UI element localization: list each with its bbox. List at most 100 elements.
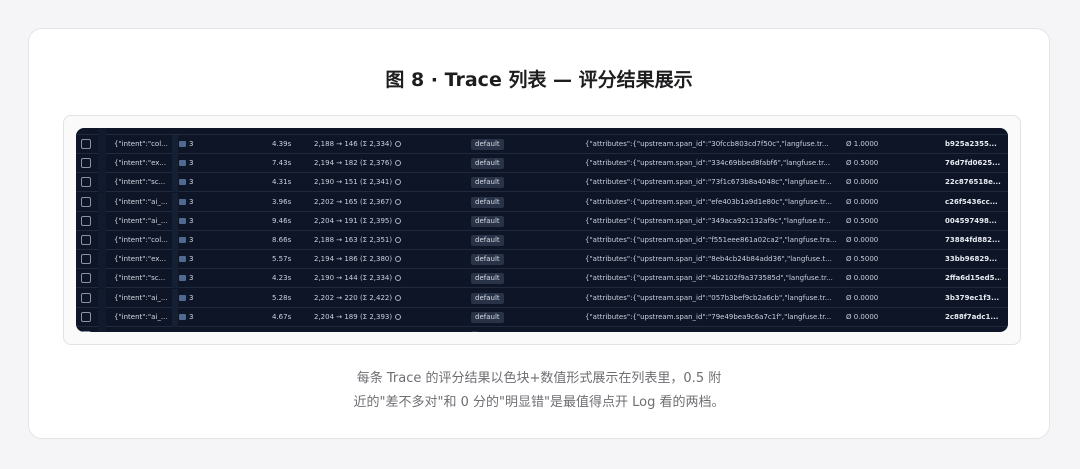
latency-cell: 3.96s: [272, 197, 292, 206]
row-select-checkbox[interactable]: [81, 139, 91, 149]
score-cell: Ø 0.5000: [846, 255, 879, 264]
metadata-cell: 3: [179, 289, 239, 308]
info-icon[interactable]: [395, 275, 402, 282]
trace-id-cell[interactable]: 3b379ec1f3...: [945, 289, 1001, 308]
info-icon[interactable]: [395, 217, 402, 224]
tokens-cell: 2,204 → 191 (Σ 2,395): [314, 212, 434, 231]
metadata-count: 3: [189, 216, 194, 225]
environment-badge: default: [471, 196, 504, 208]
tokens-value: 2,190 → 151 (Σ 2,341): [314, 178, 393, 187]
figure-caption: 每条 Trace 的评分结果以色块+数值形式展示在列表里，0.5 附 近的"差不…: [29, 367, 1049, 415]
table-row[interactable]: {"intent":"ai_... 3 5.28s 2,202 → 220 (Σ 2,…: [76, 288, 1008, 308]
environment-badge: default: [471, 311, 504, 323]
row-separator-column: [172, 269, 178, 289]
row-select-checkbox[interactable]: [81, 235, 91, 245]
info-icon[interactable]: [395, 179, 402, 186]
trace-id-cell[interactable]: 73884fd882...: [945, 231, 1001, 250]
tokens-cell: 2,204 → 189 (Σ 2,393): [314, 308, 434, 327]
info-icon[interactable]: [395, 313, 402, 320]
trace-input-cell: {"intent":"sc...: [114, 178, 166, 187]
table-row[interactable]: {"intent":"ex... 3 7.43s 2,194 → 182 (Σ 2,3…: [76, 154, 1008, 174]
row-select-checkbox[interactable]: [81, 292, 91, 303]
tokens-cell: 2,190 → 144 (Σ 2,334): [314, 269, 434, 288]
metadata-count: 3: [189, 274, 194, 283]
metadata-block-icon: [179, 179, 186, 186]
latency-cell: 4.39s: [272, 140, 292, 148]
tokens-cell: 2,194 → 186 (Σ 2,380): [314, 250, 434, 269]
row-select-checkbox[interactable]: [81, 254, 91, 265]
table-row[interactable]: {"intent":"col... 3 4.39s 2,188 → 146 (Σ 2,…: [76, 135, 1008, 154]
tokens-cell: 2,188 → 146 (Σ 2,334): [314, 135, 434, 154]
info-icon[interactable]: [395, 294, 402, 301]
metadata-block-icon: [179, 294, 186, 301]
trace-id-cell[interactable]: 004597498...: [945, 212, 1001, 231]
tokens-value: 2,188 → 163 (Σ 2,351): [314, 236, 393, 244]
trace-id-cell[interactable]: 22c876518e...: [945, 173, 1001, 192]
trace-id-cell[interactable]: b925a2355...: [945, 135, 1001, 154]
table-row[interactable]: {"intent":"sc... 3 4.31s 2,190 → 151 (Σ 2,3…: [76, 173, 1008, 193]
info-icon[interactable]: [395, 256, 402, 263]
metadata-block-icon: [179, 237, 186, 243]
row-separator-column: [172, 154, 178, 174]
table-row[interactable]: {"intent":"col... 3 8.66s 2,188 → 163 (Σ 2,…: [76, 231, 1008, 250]
row-divider: [98, 307, 106, 327]
row-select-checkbox[interactable]: [81, 331, 91, 332]
tokens-value: 2,204 → 189 (Σ 2,393): [314, 312, 393, 321]
table-row[interactable]: {"intent":"sc... 3 4.23s 2,190 → 144 (Σ 2,3…: [76, 269, 1008, 289]
trace-input-cell: {"intent":"ai_...: [114, 216, 168, 225]
environment-badge: [471, 331, 479, 332]
score-cell: Ø 0.0000: [846, 274, 879, 283]
tokens-value: 2,202 → 220 (Σ 2,422): [314, 293, 393, 302]
table-row[interactable]: {"intent":"ai_... 3 3.96s 2,202 → 165 (Σ 2,…: [76, 192, 1008, 212]
row-select-checkbox[interactable]: [81, 215, 91, 226]
row-divider: [98, 173, 106, 193]
row-separator-column: [172, 211, 178, 231]
info-icon[interactable]: [395, 198, 402, 205]
row-divider: [98, 154, 106, 174]
trace-id-cell[interactable]: 2ffa6d15ed5...: [945, 269, 1001, 288]
trace-id-cell[interactable]: 2c88f7adc1...: [945, 308, 1001, 327]
table-row[interactable]: {"intent":"ex... 3 5.57s 2,194 → 186 (Σ 2,3…: [76, 250, 1008, 270]
row-separator-column: [172, 250, 178, 270]
trace-input-cell: {"intent":"ex...: [114, 159, 167, 168]
trace-id-cell[interactable]: 33bb96829...: [945, 250, 1001, 269]
caption-line-2: 近的"差不多对"和 0 分的"明显错"是最值得点开 Log 看的两档。: [353, 395, 725, 410]
environment-badge: default: [471, 139, 504, 150]
metadata-count: 3: [189, 140, 194, 148]
table-row[interactable]: {"intent":"ai_... 3 4.67s 2,204 → 189 (Σ 2,…: [76, 307, 1008, 327]
metadata-cell: 3: [179, 173, 239, 192]
environment-badge: default: [471, 235, 504, 246]
latency-cell: 9.46s: [272, 216, 292, 225]
environment-badge: default: [471, 273, 504, 285]
screenshot-frame: {"intent":"col... 3 4.39s 2,188 → 146 (Σ 2,…: [63, 115, 1021, 345]
tokens-value: 2,194 → 186 (Σ 2,380): [314, 255, 393, 264]
info-icon[interactable]: [395, 141, 402, 147]
score-cell: Ø 0.5000: [846, 216, 879, 225]
trace-id-cell[interactable]: 76d7fd0625...: [945, 154, 1001, 173]
metadata-block-icon: [179, 141, 186, 147]
metadata-block-icon: [179, 160, 186, 167]
row-separator-column: [172, 288, 178, 308]
metadata-cell: 3: [179, 250, 239, 269]
row-divider: [98, 288, 106, 308]
table-row-partial-bottom: [76, 327, 1008, 332]
score-cell: Ø 0.5000: [846, 159, 879, 168]
trace-input-cell: {"intent":"ai_...: [114, 293, 168, 302]
info-icon[interactable]: [395, 160, 402, 167]
row-select-checkbox[interactable]: [81, 196, 91, 207]
row-select-checkbox[interactable]: [81, 311, 91, 322]
attributes-cell: {"attributes":{"upstream.span_id":"8eb4c…: [585, 255, 832, 264]
row-divider: [98, 135, 106, 154]
row-select-checkbox[interactable]: [81, 158, 91, 169]
attributes-cell: {"attributes":{"upstream.span_id":"79e49…: [585, 312, 832, 321]
metadata-block-icon: [179, 275, 186, 282]
row-select-checkbox[interactable]: [81, 177, 91, 188]
info-icon[interactable]: [395, 237, 402, 243]
attributes-cell: {"attributes":{"upstream.span_id":"efe40…: [585, 197, 832, 206]
trace-id-cell[interactable]: c26f5436cc...: [945, 193, 1001, 212]
row-select-checkbox[interactable]: [81, 273, 91, 284]
tokens-value: 2,190 → 144 (Σ 2,334): [314, 274, 393, 283]
table-row[interactable]: {"intent":"ai_... 3 9.46s 2,204 → 191 (Σ 2,…: [76, 211, 1008, 231]
tokens-cell: 2,202 → 220 (Σ 2,422): [314, 289, 434, 308]
metadata-count: 3: [189, 255, 194, 264]
